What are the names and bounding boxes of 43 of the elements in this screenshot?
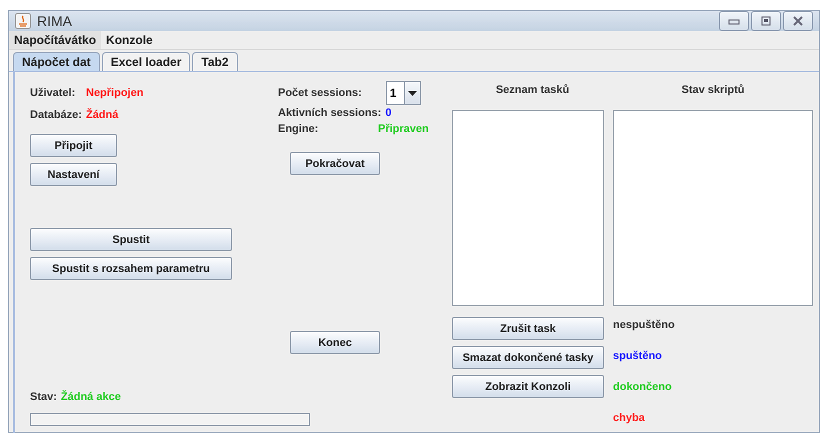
tab[interactable]: Excel loader (102, 52, 190, 71)
maximize-button[interactable] (751, 11, 781, 31)
dropdown-arrow-icon (408, 90, 417, 96)
engine-label: Engine: (278, 123, 320, 135)
column-heading: Seznam tasků (496, 84, 570, 96)
task-button[interactable]: Smazat dokončené tasky (452, 346, 604, 369)
maximize-icon (761, 16, 771, 26)
engine-value: Připraven (378, 123, 429, 135)
menu-item[interactable]: Napočítávátko (9, 31, 102, 49)
column-heading: Stav skriptů (682, 84, 744, 96)
legend-text: chyba (613, 412, 646, 426)
script-status-list[interactable] (613, 110, 813, 306)
task-button[interactable]: Zrušit task (452, 317, 604, 340)
close-button[interactable] (783, 11, 813, 31)
task-button[interactable]: Zobrazit Konzoli (452, 375, 604, 398)
tab[interactable]: Tab2 (192, 52, 238, 71)
minimize-icon (728, 17, 740, 25)
user-label: Uživatel: (30, 87, 76, 99)
tab[interactable]: Nápočet dat (13, 52, 100, 71)
user-value: Nepřipojen (86, 87, 144, 99)
legend-text: nespuštěno (613, 319, 676, 333)
app-icon (15, 13, 31, 29)
end-button[interactable]: Konec (290, 331, 380, 354)
action-button[interactable]: Nastavení (30, 163, 117, 186)
continue-button[interactable]: Pokračovat (290, 152, 380, 175)
action-button[interactable]: Připojit (30, 134, 117, 157)
menu-item[interactable]: Konzole (101, 31, 158, 49)
window-title: RIMA (37, 13, 72, 29)
session-count-dropdown[interactable]: 1 (386, 81, 421, 105)
task-list[interactable] (452, 110, 604, 306)
active-sessions-label: Aktivních sessions: (278, 107, 382, 119)
status-value: Žádná akce (60, 391, 121, 403)
active-sessions-value: 0 (385, 107, 392, 119)
close-icon (792, 15, 804, 27)
database-label: Databáze: (30, 109, 82, 121)
legend-text: spuštěno (613, 350, 663, 364)
status-label: Stav: (30, 391, 57, 403)
run-button[interactable]: Spustit (30, 228, 232, 251)
run-button[interactable]: Spustit s rozsahem parametru (30, 257, 232, 280)
session-count-label: Počet sessions: (278, 87, 362, 99)
minimize-button[interactable] (719, 11, 749, 31)
legend-text: dokončeno (613, 381, 673, 395)
database-value: Žádná (86, 109, 118, 121)
